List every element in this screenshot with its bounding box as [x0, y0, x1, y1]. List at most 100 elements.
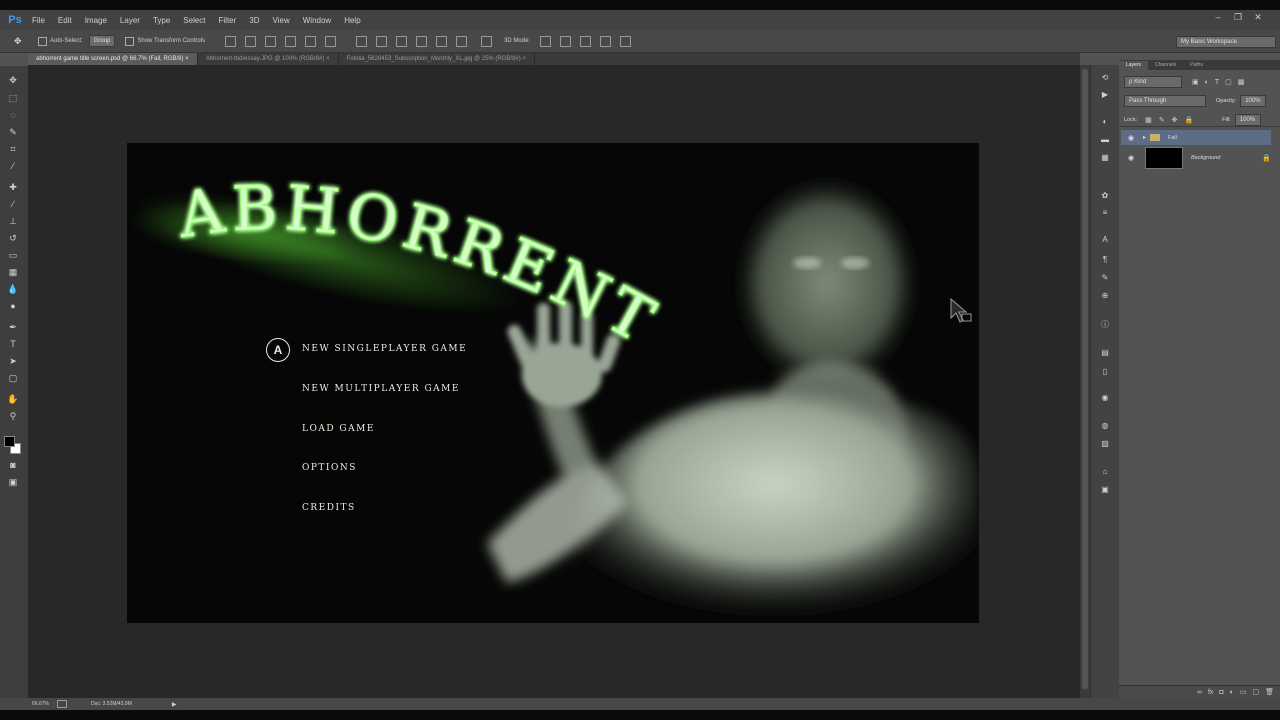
- menu-filter[interactable]: Filter: [219, 16, 237, 25]
- tab-fotolia-jpg[interactable]: Fotolia_5629453_Subscription_Monthly_XL.…: [339, 53, 535, 65]
- group-expand-icon[interactable]: ▸: [1143, 134, 1146, 141]
- eraser-tool-icon[interactable]: ▭: [7, 249, 19, 261]
- status-icon[interactable]: [56, 700, 67, 708]
- brush-presets-icon[interactable]: ✿: [1100, 191, 1110, 201]
- info-panel-icon[interactable]: ⓘ: [1100, 320, 1110, 330]
- tab-paths[interactable]: Paths: [1183, 61, 1210, 70]
- move-tool-preset-icon[interactable]: ✥: [14, 36, 24, 46]
- tab-channels[interactable]: Channels: [1148, 61, 1183, 70]
- layer-mask-icon[interactable]: ◘: [1219, 689, 1223, 696]
- brush-tool-icon[interactable]: ∕: [7, 198, 19, 210]
- paragraph-panel-icon[interactable]: ¶: [1100, 255, 1110, 265]
- vertical-scrollbar[interactable]: [1080, 65, 1090, 698]
- new-layer-icon[interactable]: ▢: [1252, 688, 1259, 696]
- menu-new-singleplayer[interactable]: NEW SINGLEPLAYER GAME: [302, 344, 467, 354]
- tab-layers[interactable]: Layers: [1119, 61, 1149, 70]
- auto-select-checkbox[interactable]: [38, 36, 47, 46]
- color-panel-icon[interactable]: ◉: [1100, 393, 1110, 403]
- menu-select[interactable]: Select: [183, 16, 205, 25]
- timeline-panel-icon[interactable]: ▨: [1100, 439, 1110, 449]
- align-left-icon[interactable]: [285, 35, 297, 47]
- move-tool-icon[interactable]: ✥: [7, 74, 19, 86]
- menu-layer[interactable]: Layer: [120, 16, 140, 25]
- visibility-eye-icon[interactable]: ◉: [1125, 134, 1137, 142]
- menu-new-multiplayer[interactable]: NEW MULTIPLAYER GAME: [302, 384, 460, 394]
- foreground-color-swatch[interactable]: [4, 436, 15, 447]
- tab-essay-jpg[interactable]: Abhorrent-tbd/essay.JPG @ 100% (RGB/8#) …: [198, 53, 339, 65]
- blur-tool-icon[interactable]: 💧: [7, 283, 19, 295]
- align-vcenter-icon[interactable]: [245, 35, 257, 47]
- opacity-input[interactable]: 100%: [1240, 95, 1267, 107]
- styles-panel-icon[interactable]: ▬: [1100, 135, 1110, 145]
- restore-icon[interactable]: ❐: [1231, 12, 1245, 23]
- hand-tool-icon[interactable]: ✋: [7, 393, 19, 405]
- 3d-roll-icon[interactable]: [560, 35, 572, 47]
- healing-brush-icon[interactable]: ✚: [7, 181, 19, 193]
- tab-close-icon[interactable]: ×: [326, 56, 330, 62]
- distribute-top-icon[interactable]: [356, 35, 368, 47]
- layer-style-icon[interactable]: fx: [1208, 689, 1213, 696]
- zoom-tool-icon[interactable]: ⚲: [7, 410, 19, 422]
- auto-align-icon[interactable]: [481, 35, 493, 47]
- fill-input[interactable]: 100%: [1234, 114, 1261, 126]
- tab-close-icon[interactable]: ×: [185, 56, 189, 62]
- type-tool-icon[interactable]: T: [7, 338, 19, 350]
- adjustments-panel-icon[interactable]: ◐: [1100, 117, 1110, 127]
- lock-icons[interactable]: ▦✎✥🔒: [1145, 116, 1200, 124]
- menu-3d[interactable]: 3D: [249, 16, 259, 25]
- document-canvas[interactable]: ABHORRENT A NEW SINGLEPLAYER GAME NEW MU…: [127, 143, 979, 623]
- zoom-level[interactable]: 66.67%: [32, 701, 49, 707]
- blend-mode-dropdown[interactable]: Pass Through: [1124, 95, 1206, 107]
- menu-load-game[interactable]: LOAD GAME: [302, 424, 375, 434]
- distribute-bottom-icon[interactable]: [396, 35, 408, 47]
- layer-name[interactable]: Background: [1191, 155, 1220, 161]
- menu-file[interactable]: File: [32, 16, 45, 25]
- 3d-rotate-icon[interactable]: [540, 35, 552, 47]
- distribute-hcenter-icon[interactable]: [436, 35, 448, 47]
- screen-mode-icon[interactable]: ▣: [7, 476, 19, 488]
- visibility-eye-icon[interactable]: ◉: [1125, 154, 1137, 162]
- pen-tool-icon[interactable]: ✒: [7, 321, 19, 333]
- menu-image[interactable]: Image: [85, 16, 107, 25]
- menu-help[interactable]: Help: [344, 16, 360, 25]
- menu-options[interactable]: OPTIONS: [302, 463, 357, 473]
- eyedropper-tool-icon[interactable]: ⁄: [7, 160, 19, 172]
- scrollbar-thumb[interactable]: [1082, 69, 1088, 689]
- delete-layer-icon[interactable]: 🗑: [1265, 688, 1274, 696]
- tab-close-icon[interactable]: ×: [522, 56, 526, 62]
- align-hcenter-icon[interactable]: [305, 35, 317, 47]
- brush-panel-icon[interactable]: ≡: [1100, 208, 1110, 218]
- filter-icons[interactable]: ▣◐T▢▩: [1192, 78, 1250, 86]
- 3d-scale-icon[interactable]: [620, 35, 632, 47]
- distribute-right-icon[interactable]: [456, 35, 468, 47]
- gradient-tool-icon[interactable]: ▦: [7, 266, 19, 278]
- align-right-icon[interactable]: [325, 35, 337, 47]
- distribute-vcenter-icon[interactable]: [376, 35, 388, 47]
- history-panel-icon[interactable]: ⟲: [1100, 73, 1110, 83]
- swatches-panel-icon[interactable]: ▦: [1100, 153, 1110, 163]
- history-brush-icon[interactable]: ↺: [7, 232, 19, 244]
- navigator-panel-icon[interactable]: ▤: [1100, 348, 1110, 358]
- minimize-icon[interactable]: –: [1211, 12, 1225, 22]
- layer-name[interactable]: Fall: [1168, 135, 1177, 141]
- dodge-tool-icon[interactable]: ●: [7, 300, 19, 312]
- tab-abhorrent-psd[interactable]: abhorrent game title screen.psd @ 66.7% …: [28, 53, 198, 65]
- menu-credits[interactable]: CREDITS: [302, 503, 356, 513]
- tool-presets-icon[interactable]: ✎: [1100, 273, 1110, 283]
- workspace-dropdown[interactable]: My Basic Workspace: [1176, 36, 1276, 48]
- close-icon[interactable]: ✕: [1251, 12, 1265, 23]
- menu-window[interactable]: Window: [303, 16, 331, 25]
- stamp-tool-icon[interactable]: ⊥: [7, 215, 19, 227]
- quick-mask-icon[interactable]: ◙: [7, 459, 19, 471]
- adjustment-layer-icon[interactable]: ◐: [1230, 689, 1234, 696]
- layer-row-background[interactable]: ◉ Background 🔒: [1121, 146, 1271, 170]
- quick-select-tool-icon[interactable]: ✎: [7, 126, 19, 138]
- 3d-panel-icon[interactable]: ▣: [1100, 485, 1110, 495]
- menu-type[interactable]: Type: [153, 16, 170, 25]
- layer-comps-icon[interactable]: ◍: [1100, 421, 1110, 431]
- measurement-panel-icon[interactable]: ⌂: [1100, 467, 1110, 477]
- new-group-icon[interactable]: ▭: [1240, 688, 1247, 696]
- layer-row-fall[interactable]: ◉ ▸ Fall: [1121, 130, 1271, 145]
- align-bottom-icon[interactable]: [265, 35, 277, 47]
- crop-tool-icon[interactable]: ⌗: [7, 143, 19, 155]
